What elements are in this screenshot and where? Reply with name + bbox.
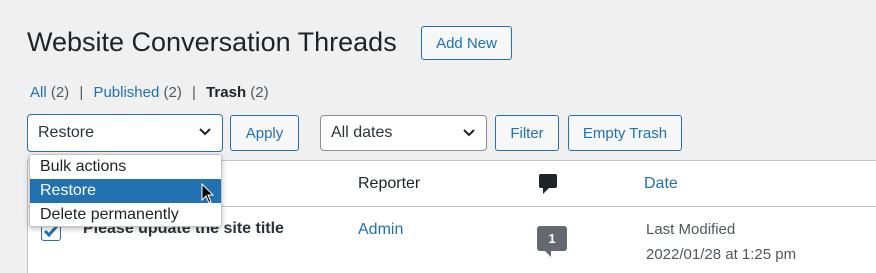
bulk-actions-select[interactable]: Restore xyxy=(27,114,223,152)
date-filter-selected-value: All dates xyxy=(331,124,393,141)
apply-button[interactable]: Apply xyxy=(230,115,299,151)
page-title: Website Conversation Threads xyxy=(27,27,397,57)
column-header-date[interactable]: Date xyxy=(644,175,678,193)
dropdown-option-restore[interactable]: Restore xyxy=(30,179,221,203)
chevron-down-icon xyxy=(199,128,211,136)
row-date-value: 2022/01/28 at 1:25 pm xyxy=(646,246,797,263)
filter-button[interactable]: Filter xyxy=(495,115,559,151)
comment-icon[interactable] xyxy=(539,174,557,199)
separator: | xyxy=(192,84,196,101)
add-new-button[interactable]: Add New xyxy=(421,26,512,60)
dropdown-option-delete-permanently[interactable]: Delete permanently xyxy=(30,203,221,226)
comment-count-badge[interactable]: 1 xyxy=(537,226,567,257)
view-published-link[interactable]: Published xyxy=(93,84,159,101)
row-date-status: Last Modified xyxy=(646,221,736,238)
empty-trash-button[interactable]: Empty Trash xyxy=(568,115,682,151)
bulk-actions-selected-value: Restore xyxy=(38,124,95,141)
bulk-actions-dropdown: Bulk actions Restore Delete permanently xyxy=(29,154,222,227)
view-filters: All (2) | Published (2) | Trash (2) xyxy=(30,84,269,101)
view-published-count: (2) xyxy=(163,84,182,101)
dropdown-option-bulk-actions[interactable]: Bulk actions xyxy=(30,155,221,179)
view-trash-current[interactable]: Trash xyxy=(206,84,246,101)
column-header-reporter: Reporter xyxy=(358,175,421,192)
separator: | xyxy=(79,84,84,101)
chevron-down-icon xyxy=(463,129,475,137)
mouse-pointer-icon xyxy=(201,182,215,210)
view-all-link[interactable]: All xyxy=(30,84,47,101)
date-filter-select[interactable]: All dates xyxy=(320,115,487,151)
row-reporter-link[interactable]: Admin xyxy=(358,221,403,239)
view-trash-count: (2) xyxy=(250,84,269,101)
view-all-count: (2) xyxy=(50,84,70,101)
